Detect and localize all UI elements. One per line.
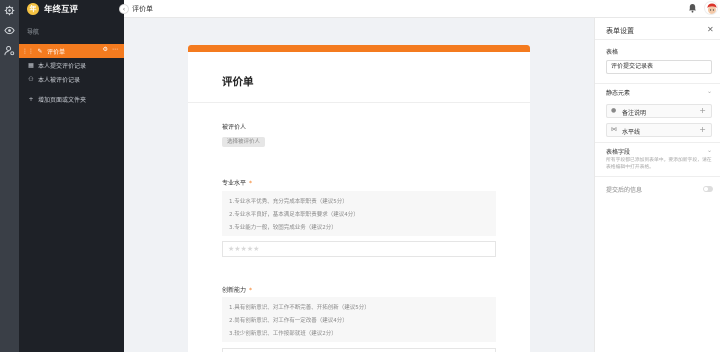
question-label: 创新能力 * [222, 285, 252, 294]
option-text: 3.较少创新意识、工作按部就班（建议2分） [229, 331, 337, 337]
table-fields-label: 表格字段 [606, 149, 631, 156]
nav-item-add-page[interactable]: + 增加页面或文件夹 [19, 92, 124, 106]
plus-icon: + [28, 95, 34, 103]
nav-item-evaluation-form[interactable]: ⋮⋮ ✎ 评价单 ⚙ ⋯ [19, 44, 124, 58]
chevron-down-icon[interactable]: ⌄ [707, 88, 712, 95]
gear-icon[interactable] [3, 4, 16, 17]
close-icon[interactable]: ✕ [707, 25, 714, 34]
divider [595, 39, 720, 40]
option-text: 1.专业水平优秀、充分完成本职职责（建议5分） [229, 199, 348, 205]
question-title: 专业水平 [222, 180, 247, 187]
nav-panel: 年 年终互评 ‹ 导航 ⋮⋮ ✎ 评价单 ⚙ ⋯ ▦ 本人提交评价记录 ⚇ 本人… [19, 0, 129, 352]
required-mark: * [249, 180, 253, 187]
settings-panel: 表单设置 ✕ 表格 评价提交记录表 静态元素 ⌄ ● 备注说明 + ⋈ 水平线 … [594, 18, 720, 352]
question-title: 创新能力 [222, 287, 247, 294]
app-logo: 年 [27, 3, 39, 15]
collapse-nav-button[interactable]: ‹ [119, 4, 129, 14]
static-element-hr[interactable]: ⋈ 水平线 + [606, 123, 712, 137]
evaluatee-select[interactable]: 选择被评价人 [222, 137, 266, 147]
divider [188, 102, 530, 103]
nav-header: 年 年终互评 ‹ [19, 0, 129, 18]
after-submit-toggle[interactable] [703, 186, 713, 192]
plus-icon[interactable]: + [699, 106, 706, 115]
divider [595, 176, 720, 177]
rating-input[interactable]: ★★★★★ [222, 348, 496, 352]
eye-icon[interactable] [3, 24, 16, 37]
nav-item-my-evaluations[interactable]: ⚇ 本人被评价记录 [19, 72, 124, 86]
option-text: 2.专业水平良好，基本满足本职职责要求（建议4分） [229, 212, 359, 218]
star-rating-icons[interactable]: ★★★★★ [228, 245, 259, 253]
fields-help-text: 所有字段都已添加到表单中。要添加新字段，请在表格编辑中打开表格。 [606, 158, 712, 170]
static-element-remark[interactable]: ● 备注说明 + [606, 104, 712, 118]
info-icon: ● [611, 107, 617, 114]
static-elements-label: 静态元素 [606, 90, 631, 97]
drag-handle-icon[interactable]: ⋮⋮ [22, 48, 34, 55]
nav-item-label: 本人提交评价记录 [38, 62, 87, 70]
after-submit-label: 提交后的信息 [606, 187, 643, 194]
app-brand: 年终互评 [44, 5, 79, 15]
chevron-down-icon[interactable]: ⌄ [707, 147, 712, 154]
table-select[interactable]: 评价提交记录表 [606, 60, 712, 74]
nav-section-label: 导航 [27, 29, 40, 36]
divider [595, 142, 720, 143]
avatar[interactable] [704, 1, 718, 15]
chevron-left-icon: ‹ [122, 5, 126, 13]
nav-item-label: 增加页面或文件夹 [38, 96, 87, 104]
bell-icon[interactable] [688, 3, 698, 13]
person-icon: ⚇ [28, 75, 34, 83]
option-text: 2.尚有创新意识、对工作有一定改善（建议4分） [229, 318, 348, 324]
question-description: 1.具有创新意识、对工作不断完善、开拓创新（建议5分） 2.尚有创新意识、对工作… [222, 297, 496, 342]
question-description: 1.专业水平优秀、充分完成本职职责（建议5分） 2.专业水平良好，基本满足本职职… [222, 191, 496, 236]
option-text: 3.专业能力一般，较固完成业务（建议2分） [229, 225, 337, 231]
question-label: 专业水平 * [222, 178, 252, 187]
nav-item-label: 评价单 [47, 48, 66, 56]
static-element-label: 备注说明 [622, 110, 647, 117]
page-title: 评价单 [132, 5, 153, 13]
nav-item-label: 本人被评价记录 [38, 76, 81, 84]
table-label: 表格 [606, 49, 619, 56]
more-icon[interactable]: ⋯ [112, 46, 118, 53]
plus-icon[interactable]: + [699, 125, 706, 134]
static-element-label: 水平线 [622, 129, 641, 136]
rating-input[interactable]: ★★★★★ [222, 241, 496, 257]
divider [595, 83, 720, 84]
option-text: 1.具有创新意识、对工作不断完善、开拓创新（建议5分） [229, 305, 370, 311]
user-settings-icon[interactable] [3, 44, 16, 57]
form-title: 评价单 [222, 76, 254, 88]
icon-rail [0, 0, 19, 352]
evaluatee-label: 被评价人 [222, 124, 247, 131]
form-canvas: 评价单 被评价人 选择被评价人 专业水平 * 1.专业水平优秀、充分完成本职职责（… [124, 18, 594, 352]
top-bar: 评价单 [124, 0, 720, 18]
horizontal-line-icon: ⋈ [611, 126, 617, 133]
table-icon: ▦ [28, 61, 34, 69]
required-mark: * [249, 287, 253, 294]
edit-icon: ✎ [37, 47, 43, 55]
form-card: 评价单 被评价人 选择被评价人 专业水平 * 1.专业水平优秀、充分完成本职职责（… [188, 45, 530, 352]
nav-item-my-submissions[interactable]: ▦ 本人提交评价记录 [19, 58, 124, 72]
settings-title: 表单设置 [606, 27, 634, 35]
gear-icon[interactable]: ⚙ [103, 46, 108, 53]
